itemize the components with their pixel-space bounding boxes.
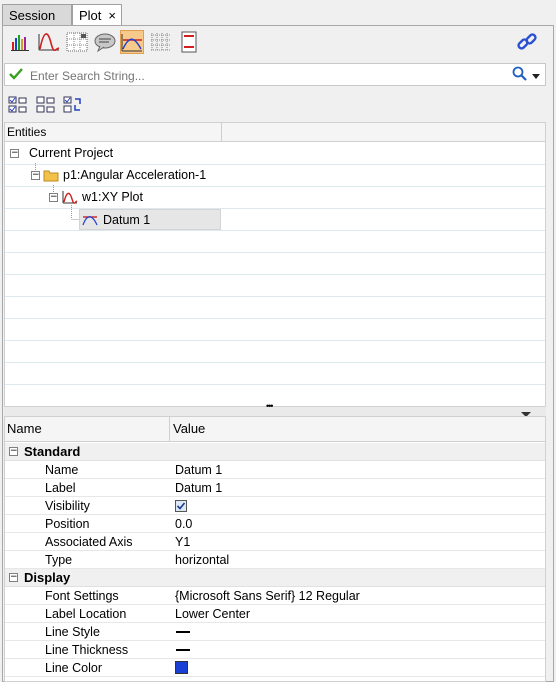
line-color-swatch[interactable] xyxy=(175,661,188,674)
tab-plot-label: Plot xyxy=(79,8,102,23)
datum-icon xyxy=(82,212,98,229)
grid-dots-icon[interactable] xyxy=(65,30,89,54)
property-name: Line Style xyxy=(45,625,100,639)
tab-bar: Session Plot × xyxy=(0,0,556,26)
property-row[interactable]: Line Thickness xyxy=(5,641,545,659)
property-name: Line Thickness xyxy=(45,643,129,657)
search-input[interactable] xyxy=(28,66,502,85)
column-divider xyxy=(169,417,170,441)
property-row[interactable]: Label Datum 1 xyxy=(5,479,545,497)
page-icon[interactable] xyxy=(177,30,201,54)
property-value[interactable]: 0.0 xyxy=(175,516,192,532)
value-column-header[interactable]: Value xyxy=(173,417,205,441)
row-line xyxy=(5,252,545,253)
row-line xyxy=(5,340,545,341)
property-row[interactable]: Associated Axis Y1 xyxy=(5,533,545,551)
entity-tree: Entities − Current Project − p1:Angular … xyxy=(4,122,546,407)
property-grid: Name Value − Standard Name Datum 1 Label… xyxy=(4,416,546,682)
property-name: Font Settings xyxy=(45,589,119,603)
tree-item-datum-label: Datum 1 xyxy=(103,213,151,227)
property-name: Label xyxy=(45,481,76,495)
splitter-grip: ••• xyxy=(266,401,274,411)
reverse-check-icon[interactable] xyxy=(63,95,83,115)
search-icon[interactable] xyxy=(512,66,528,85)
link-icon[interactable] xyxy=(515,30,539,54)
property-name: Visibility xyxy=(45,499,90,513)
line-style-swatch[interactable] xyxy=(176,631,190,633)
property-name: Type xyxy=(45,553,73,567)
property-value[interactable]: Datum 1 xyxy=(175,462,222,478)
property-value[interactable]: Lower Center xyxy=(175,606,250,622)
property-name: Name xyxy=(45,463,79,477)
property-row[interactable]: Type horizontal xyxy=(5,551,545,569)
property-value[interactable]: {Microsoft Sans Serif} 12 Regular xyxy=(175,588,360,604)
note-icon[interactable] xyxy=(93,30,117,54)
property-row[interactable]: Line Style xyxy=(5,623,545,641)
property-row[interactable]: Label Location Lower Center xyxy=(5,605,545,623)
check-icon xyxy=(9,67,23,84)
tree-item-current-project[interactable]: Current Project xyxy=(29,145,113,161)
row-line xyxy=(5,384,545,385)
property-value[interactable]: horizontal xyxy=(175,552,229,568)
folder-icon xyxy=(43,168,59,185)
uncheck-all-icon[interactable] xyxy=(36,95,56,115)
row-line xyxy=(5,362,545,363)
collapse-icon[interactable]: − xyxy=(9,447,18,456)
tab-session-label: Session xyxy=(9,8,56,23)
datum-icon[interactable] xyxy=(120,30,144,54)
collapse-icon[interactable]: − xyxy=(9,573,18,582)
close-icon[interactable]: × xyxy=(108,5,116,26)
bar-chart-icon[interactable] xyxy=(9,30,33,54)
section-standard[interactable]: − Standard xyxy=(5,443,545,461)
property-value[interactable]: Datum 1 xyxy=(175,480,222,496)
curve-icon[interactable] xyxy=(37,30,61,54)
collapse-icon[interactable]: − xyxy=(31,171,40,180)
xy-plot-icon xyxy=(62,190,78,207)
tree-item-window[interactable]: w1:XY Plot xyxy=(82,189,143,205)
tab-plot[interactable]: Plot × xyxy=(72,4,122,26)
property-name: Line Color xyxy=(45,661,102,675)
section-title: Standard xyxy=(24,444,81,459)
property-row[interactable]: Position 0.0 xyxy=(5,515,545,533)
line-thickness-swatch[interactable] xyxy=(176,649,190,651)
splitter-handle[interactable]: ••• xyxy=(4,401,546,417)
property-name: Position xyxy=(45,517,90,531)
property-row[interactable]: Font Settings {Microsoft Sans Serif} 12 … xyxy=(5,587,545,605)
row-line xyxy=(5,318,545,319)
tree-item-page[interactable]: p1:Angular Acceleration-1 xyxy=(63,167,206,183)
tree-item-datum[interactable]: Datum 1 xyxy=(79,209,221,230)
tab-session[interactable]: Session xyxy=(2,4,72,25)
check-all-icon[interactable] xyxy=(8,95,28,115)
property-row[interactable]: Visibility xyxy=(5,497,545,515)
grid-icon[interactable] xyxy=(149,30,173,54)
column-divider xyxy=(221,123,222,141)
visibility-checkbox[interactable] xyxy=(175,500,187,512)
section-display[interactable]: − Display xyxy=(5,569,545,587)
property-name: Associated Axis xyxy=(45,535,133,549)
property-header: Name Value xyxy=(5,417,545,442)
property-row[interactable]: Line Color xyxy=(5,659,545,677)
chevron-down-icon[interactable] xyxy=(531,69,541,83)
name-column-header[interactable]: Name xyxy=(7,417,42,441)
row-line xyxy=(5,274,545,275)
section-title: Display xyxy=(24,570,71,585)
property-name: Label Location xyxy=(45,607,127,621)
property-value[interactable]: Y1 xyxy=(175,534,190,550)
row-line xyxy=(5,296,545,297)
collapse-icon[interactable]: − xyxy=(49,193,58,202)
property-row[interactable]: Name Datum 1 xyxy=(5,461,545,479)
search-bar xyxy=(4,63,546,86)
collapse-icon[interactable]: − xyxy=(10,149,19,158)
